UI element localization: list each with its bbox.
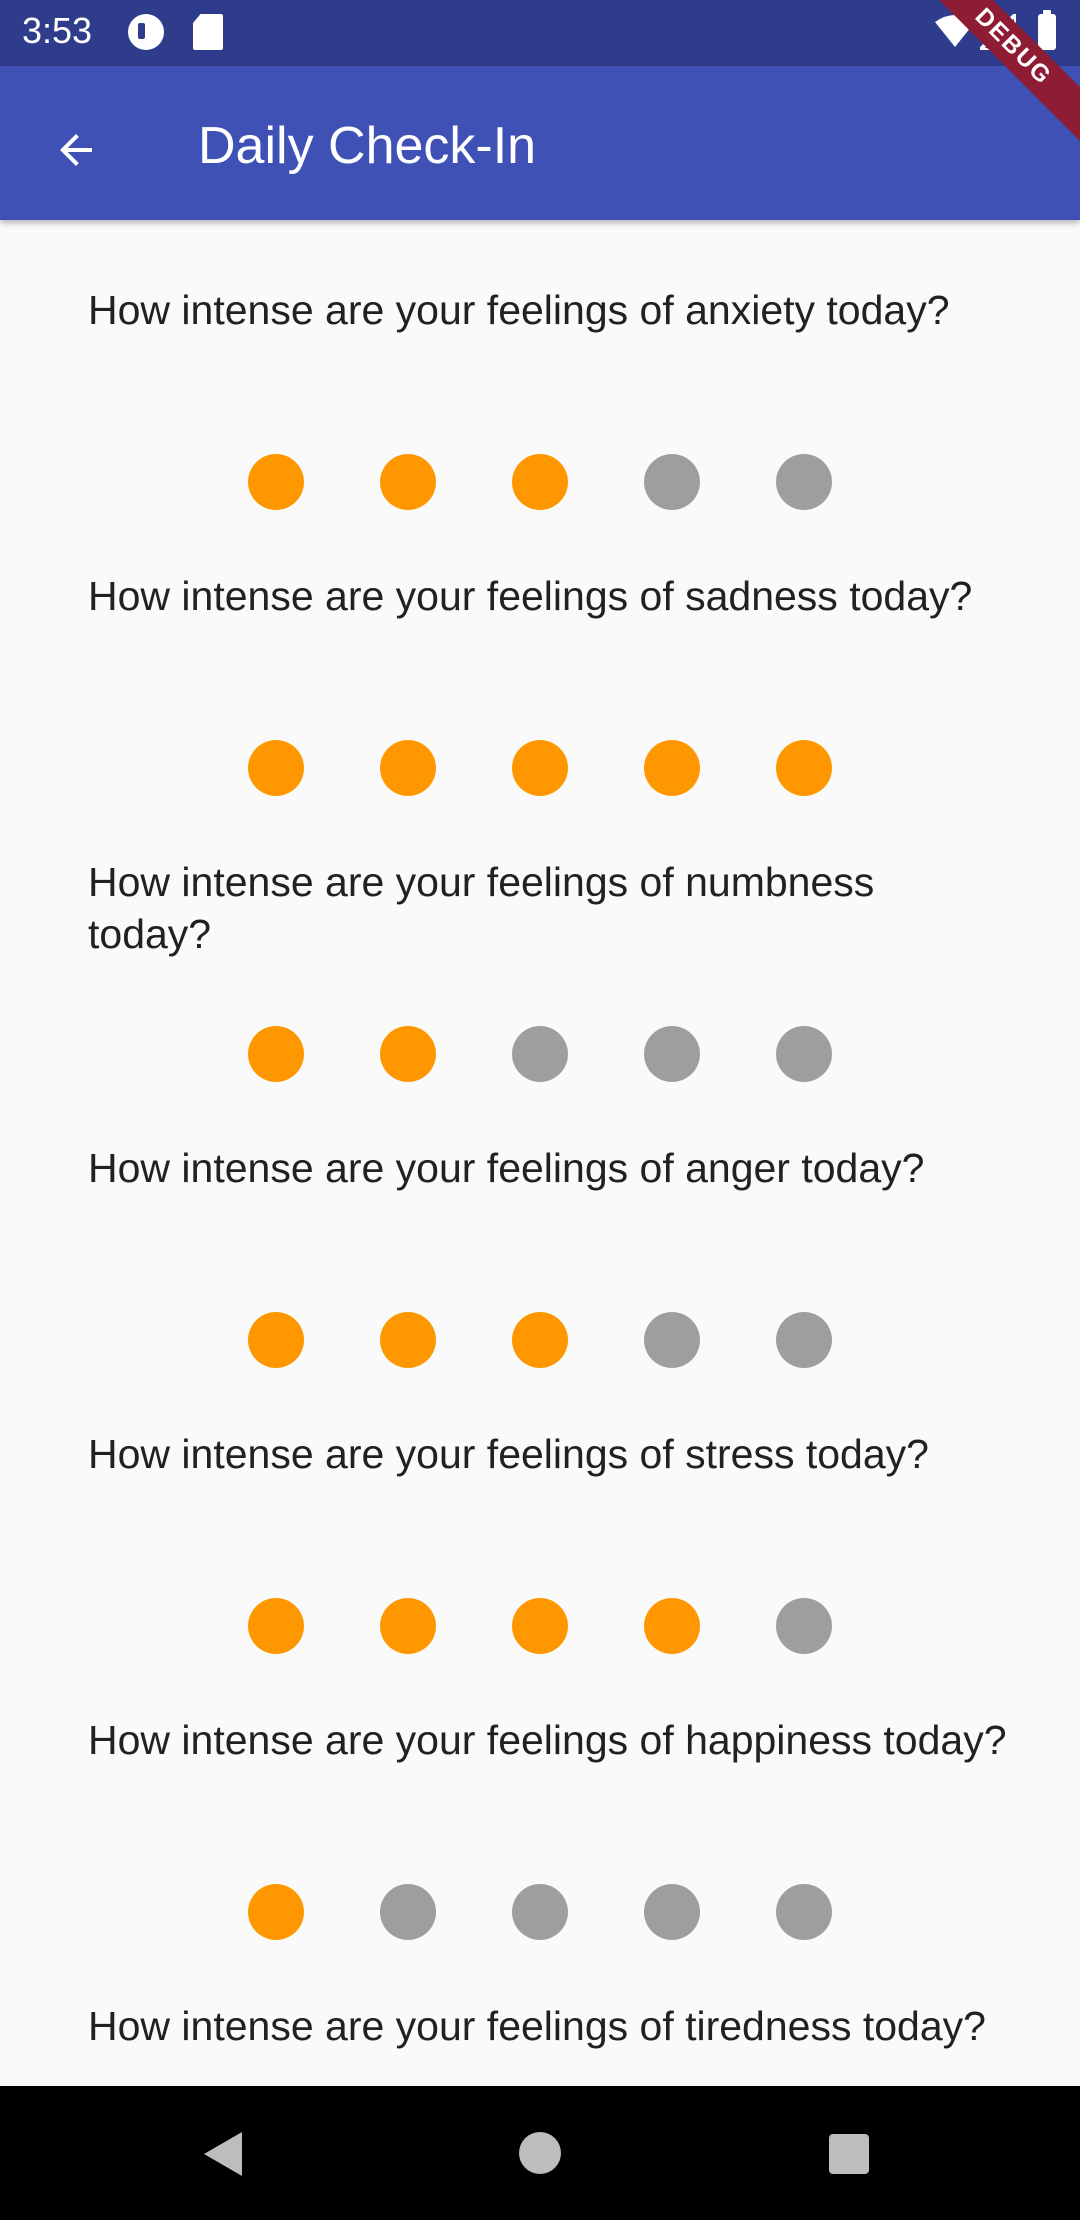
rating-selector [248,1598,832,1654]
rating-dot-5[interactable] [776,1312,832,1368]
rating-dot-4[interactable] [644,1312,700,1368]
rating-selector [248,740,832,796]
question-text: How intense are your feelings of sadness… [88,573,973,619]
status-time: 3:53 [22,10,93,51]
page-title: Daily Check-In [198,117,537,175]
question-text: How intense are your feelings of tiredne… [88,2003,986,2049]
rating-dot-5[interactable] [776,740,832,796]
rating-dot-2[interactable] [380,740,436,796]
rating-selector [248,454,832,510]
question-text: How intense are your feelings of anger t… [88,1145,925,1191]
rating-dot-1[interactable] [248,1884,304,1940]
question-text: How intense are your feelings of numbnes… [88,859,875,957]
rating-dot-3[interactable] [512,1598,568,1654]
rating-dot-1[interactable] [248,454,304,510]
rating-dot-5[interactable] [776,1026,832,1082]
rating-dot-4[interactable] [644,454,700,510]
question-list[interactable]: How intense are your feelings of anxiety… [0,220,1080,2086]
arrow-back-icon [60,134,92,166]
rating-selector [248,1884,832,1940]
rating-dot-5[interactable] [776,1884,832,1940]
rating-dot-2[interactable] [380,1884,436,1940]
battery-icon [1038,10,1056,50]
app-bar: Daily Check-In [0,66,1080,220]
question-item: How intense are your feelings of tiredne… [0,1936,1080,2086]
question-item: How intense are your feelings of stress … [0,1364,1080,1654]
rating-dot-4[interactable] [644,740,700,796]
question-text: How intense are your feelings of stress … [88,1431,929,1477]
question-item: How intense are your feelings of happine… [0,1650,1080,1940]
rating-dot-1[interactable] [248,1026,304,1082]
nav-recents-icon[interactable] [829,2134,869,2174]
question-item: How intense are your feelings of anger t… [0,1078,1080,1368]
sd-card-icon [193,14,223,50]
rating-selector [248,1312,832,1368]
rating-dot-3[interactable] [512,1312,568,1368]
status-bar: 3:53 [0,0,1080,66]
rating-dot-1[interactable] [248,740,304,796]
rating-dot-3[interactable] [512,454,568,510]
back-button[interactable] [36,110,116,190]
nav-back-icon[interactable] [204,2132,242,2176]
question-item: How intense are your feelings of numbnes… [0,792,1080,1082]
rating-dot-5[interactable] [776,454,832,510]
app-notification-icon [128,14,164,50]
question-item: How intense are your feelings of anxiety… [0,220,1080,510]
rating-selector [248,1026,832,1082]
rating-dot-2[interactable] [380,1312,436,1368]
rating-dot-4[interactable] [644,1884,700,1940]
rating-dot-3[interactable] [512,740,568,796]
question-text: How intense are your feelings of anxiety… [88,287,950,333]
rating-dot-3[interactable] [512,1026,568,1082]
rating-dot-4[interactable] [644,1598,700,1654]
question-item: How intense are your feelings of sadness… [0,506,1080,796]
nav-home-icon[interactable] [519,2132,561,2174]
rating-dot-2[interactable] [380,1598,436,1654]
rating-dot-5[interactable] [776,1598,832,1654]
rating-dot-1[interactable] [248,1312,304,1368]
rating-dot-3[interactable] [512,1884,568,1940]
question-text: How intense are your feelings of happine… [88,1717,1007,1763]
rating-dot-1[interactable] [248,1598,304,1654]
rating-dot-4[interactable] [644,1026,700,1082]
navigation-bar [0,2086,1080,2220]
rating-dot-2[interactable] [380,1026,436,1082]
rating-dot-2[interactable] [380,454,436,510]
